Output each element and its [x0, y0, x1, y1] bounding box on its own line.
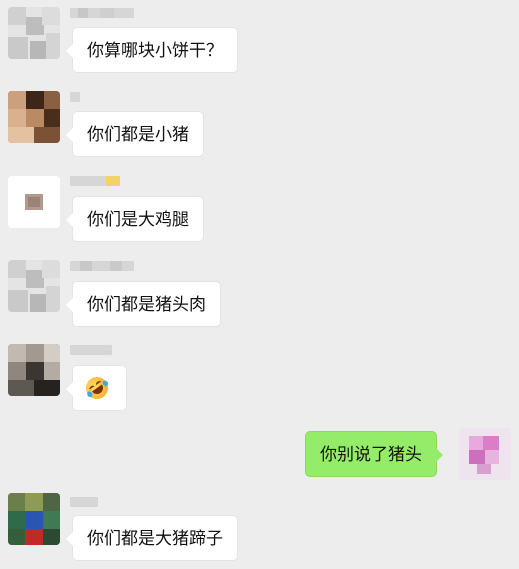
message-bubble[interactable]: 你们是大鸡腿 — [66, 196, 204, 242]
avatar[interactable] — [8, 91, 60, 143]
sender-name — [70, 497, 98, 507]
message-bubble[interactable]: 你们都是猪头肉 — [66, 281, 221, 327]
avatar[interactable] — [8, 7, 60, 59]
rolling-on-floor-laughing-emoji — [81, 372, 113, 404]
sender-name — [70, 92, 80, 102]
avatar[interactable] — [8, 344, 60, 396]
message-bubble[interactable]: 你算哪块小饼干？ — [66, 27, 238, 73]
sender-name — [70, 345, 112, 355]
avatar[interactable] — [8, 260, 60, 312]
message-bubble[interactable]: 你们都是小猪 — [66, 111, 204, 157]
avatar[interactable] — [8, 493, 60, 545]
sender-name — [70, 176, 120, 186]
my-message-bubble[interactable]: 你别说了猪头 — [305, 431, 443, 477]
message-bubble[interactable] — [66, 365, 127, 411]
my-avatar[interactable] — [459, 428, 511, 480]
sender-name — [70, 261, 134, 271]
sender-name — [70, 8, 134, 18]
avatar[interactable] — [8, 176, 60, 228]
message-bubble[interactable]: 你们都是大猪蹄子 — [66, 515, 238, 561]
